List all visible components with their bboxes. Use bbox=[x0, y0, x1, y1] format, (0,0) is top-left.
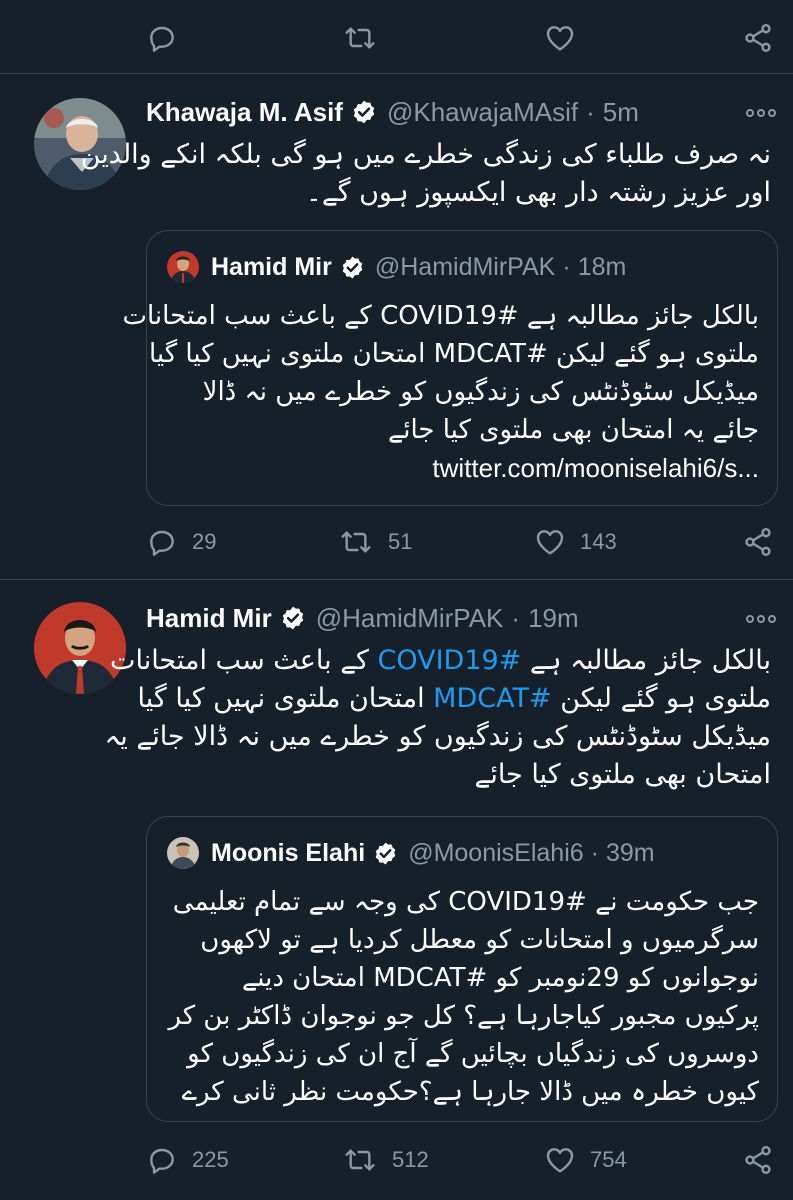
tweet[interactable]: Hamid Mir @HamidMirPAK · 19m بالکل جائز … bbox=[0, 580, 793, 1200]
quoted-text-line: ملتوی ہو گئے لیکن #MDCAT امتحان ملتوی نہ… bbox=[148, 339, 759, 369]
text-segment: بالکل جائز مطالبہ ہے bbox=[521, 645, 771, 676]
tweet-text: بالکل جائز مطالبہ ہے #COVID19 کے باعث سب… bbox=[104, 642, 771, 794]
share-icon bbox=[742, 526, 774, 558]
reply-icon bbox=[146, 526, 178, 558]
separator-dot: · bbox=[562, 252, 571, 281]
verified-badge-icon bbox=[351, 99, 377, 125]
quoted-text-line: دوسروں کی زندگیاں بچائیں گے آج ان کی زند… bbox=[187, 1039, 759, 1069]
reply-button[interactable] bbox=[146, 18, 178, 58]
quoted-tweet-header: Hamid Mir @HamidMirPAK · 18m bbox=[167, 249, 626, 285]
retweet-icon bbox=[338, 526, 374, 558]
author-name[interactable]: Khawaja M. Asif bbox=[146, 97, 343, 128]
retweet-count: 51 bbox=[388, 529, 413, 554]
quoted-text-line: کیوں خطرہ میں ڈالا جارہا ہے؟حکومت نظر ثا… bbox=[181, 1077, 759, 1107]
text-segment: کے باعث سب امتحانات bbox=[110, 645, 378, 676]
tweet-action-bar: 225 512 754 bbox=[0, 1140, 793, 1180]
quoted-tweet[interactable]: Hamid Mir @HamidMirPAK · 18m بالکل جائز … bbox=[123, 230, 778, 506]
quoted-author-name: Moonis Elahi bbox=[211, 838, 366, 867]
heart-icon bbox=[544, 1144, 576, 1176]
tweet-text-line: اور عزیز رشتہ دار بھی ایکسپوز ہوں گے۔ bbox=[306, 177, 771, 208]
tweet-text-line: بالکل جائز مطالبہ ہے #COVID19 کے باعث سب… bbox=[104, 642, 771, 680]
separator-dot: · bbox=[586, 96, 595, 127]
tweet-header: Khawaja M. Asif @KhawajaMAsif · 5m bbox=[146, 92, 639, 132]
quoted-avatar bbox=[167, 251, 199, 283]
quoted-link[interactable]: twitter.com/mooniselahi6/s... bbox=[123, 449, 759, 487]
quoted-avatar bbox=[167, 837, 199, 869]
separator-dot: · bbox=[590, 838, 599, 867]
share-button[interactable] bbox=[742, 1140, 774, 1180]
retweet-icon bbox=[342, 22, 378, 54]
tweet-text-line: ملتوی ہو گئے لیکن #MDCAT امتحان ملتوی نہ… bbox=[104, 680, 771, 718]
reply-button[interactable]: 225 bbox=[146, 1140, 229, 1180]
tweet-text-line: نہ صرف طلباء کی زندگی خطرے میں ہو گی بلک… bbox=[80, 139, 771, 170]
separator-dot: · bbox=[511, 602, 521, 633]
heart-icon bbox=[534, 526, 566, 558]
text-segment: ملتوی ہو گئے لیکن bbox=[551, 683, 771, 714]
share-icon bbox=[742, 22, 774, 54]
quoted-timestamp: 18m bbox=[577, 252, 627, 281]
tweet[interactable]: Khawaja M. Asif @KhawajaMAsif · 5m نہ صر… bbox=[0, 74, 793, 578]
tweet-text: نہ صرف طلباء کی زندگی خطرے میں ہو گی بلک… bbox=[81, 136, 771, 212]
reply-count: 225 bbox=[192, 1147, 229, 1172]
quoted-text-line: پرکیوں مجبور کیاجارہا ہے؟ کل جو نوجوان ڈ… bbox=[168, 1001, 759, 1031]
verified-badge-icon bbox=[280, 605, 306, 631]
share-button[interactable] bbox=[742, 522, 774, 562]
heart-icon bbox=[544, 22, 576, 54]
share-icon bbox=[742, 1144, 774, 1176]
quoted-text-line: میڈیکل سٹوڈنٹس کی زندگیوں کو خطرے میں نہ… bbox=[202, 377, 759, 407]
quoted-text-line: سرگرمیوں و امتحانات کو معطل کردیا ہے تو … bbox=[200, 925, 759, 955]
quoted-author-handle: @MoonisElahi6 bbox=[408, 838, 584, 867]
reply-icon bbox=[146, 22, 178, 54]
quoted-text-line: بالکل جائز مطالبہ ہے #COVID19 کے باعث سب… bbox=[122, 301, 759, 331]
reply-count: 29 bbox=[192, 529, 217, 554]
top-action-bar bbox=[0, 18, 793, 58]
retweet-count: 512 bbox=[392, 1147, 429, 1172]
like-button[interactable] bbox=[544, 18, 576, 58]
verified-badge-icon bbox=[373, 841, 398, 866]
author-handle[interactable]: @KhawajaMAsif bbox=[387, 97, 578, 128]
retweet-button[interactable] bbox=[342, 18, 378, 58]
quoted-text-line: نوجوانوں کو 29نومبر کو #MDCAT امتحان دین… bbox=[242, 963, 759, 993]
like-count: 143 bbox=[580, 529, 617, 554]
quoted-tweet-text: جب حکومت نے #COVID19 کی وجہ سے تمام تعلی… bbox=[168, 883, 759, 1111]
reply-icon bbox=[146, 1144, 178, 1176]
reply-button[interactable]: 29 bbox=[146, 522, 216, 562]
like-button[interactable]: 754 bbox=[544, 1140, 627, 1180]
text-segment: امتحان بھی ملتوی کیا جائے bbox=[474, 759, 772, 790]
retweet-button[interactable]: 51 bbox=[338, 522, 412, 562]
text-segment: میڈیکل سٹوڈنٹس کی زندگیوں کو خطرے میں نہ… bbox=[104, 721, 771, 752]
quoted-text-line: جائے یہ امتحان بھی ملتوی کیا جائے bbox=[388, 415, 759, 445]
quoted-tweet-text: بالکل جائز مطالبہ ہے #COVID19 کے باعث سب… bbox=[123, 297, 759, 487]
quoted-tweet-header: Moonis Elahi @MoonisElahi6 · 39m bbox=[167, 835, 655, 871]
more-options-button[interactable] bbox=[745, 598, 777, 638]
hashtag-link[interactable]: #MDCAT bbox=[433, 683, 551, 714]
tweet-text-line: میڈیکل سٹوڈنٹس کی زندگیوں کو خطرے میں نہ… bbox=[104, 718, 771, 756]
share-button[interactable] bbox=[742, 18, 774, 58]
verified-badge-icon bbox=[340, 255, 365, 280]
tweet-action-bar: 29 51 143 bbox=[0, 522, 793, 562]
like-button[interactable]: 143 bbox=[534, 522, 617, 562]
timestamp[interactable]: 19m bbox=[528, 603, 579, 634]
quoted-author-name: Hamid Mir bbox=[211, 252, 332, 281]
like-count: 754 bbox=[590, 1147, 627, 1172]
retweet-button[interactable]: 512 bbox=[342, 1140, 429, 1180]
hashtag-link[interactable]: #COVID19 bbox=[377, 645, 521, 676]
tweet-header: Hamid Mir @HamidMirPAK · 19m bbox=[146, 598, 579, 638]
retweet-icon bbox=[342, 1144, 378, 1176]
timestamp[interactable]: 5m bbox=[603, 97, 639, 128]
author-name[interactable]: Hamid Mir bbox=[146, 603, 272, 634]
more-icon bbox=[745, 103, 777, 122]
quoted-timestamp: 39m bbox=[605, 838, 655, 867]
author-handle[interactable]: @HamidMirPAK bbox=[316, 603, 504, 634]
more-options-button[interactable] bbox=[745, 92, 777, 132]
quoted-text-line: جب حکومت نے #COVID19 کی وجہ سے تمام تعلی… bbox=[172, 887, 759, 917]
tweet-text-line: امتحان بھی ملتوی کیا جائے bbox=[104, 756, 772, 794]
more-icon bbox=[745, 609, 777, 628]
text-segment: امتحان ملتوی نہیں کیا گیا bbox=[137, 683, 434, 714]
quoted-tweet[interactable]: Moonis Elahi @MoonisElahi6 · 39m جب حکوم… bbox=[146, 816, 778, 1122]
quoted-author-handle: @HamidMirPAK bbox=[374, 252, 556, 281]
